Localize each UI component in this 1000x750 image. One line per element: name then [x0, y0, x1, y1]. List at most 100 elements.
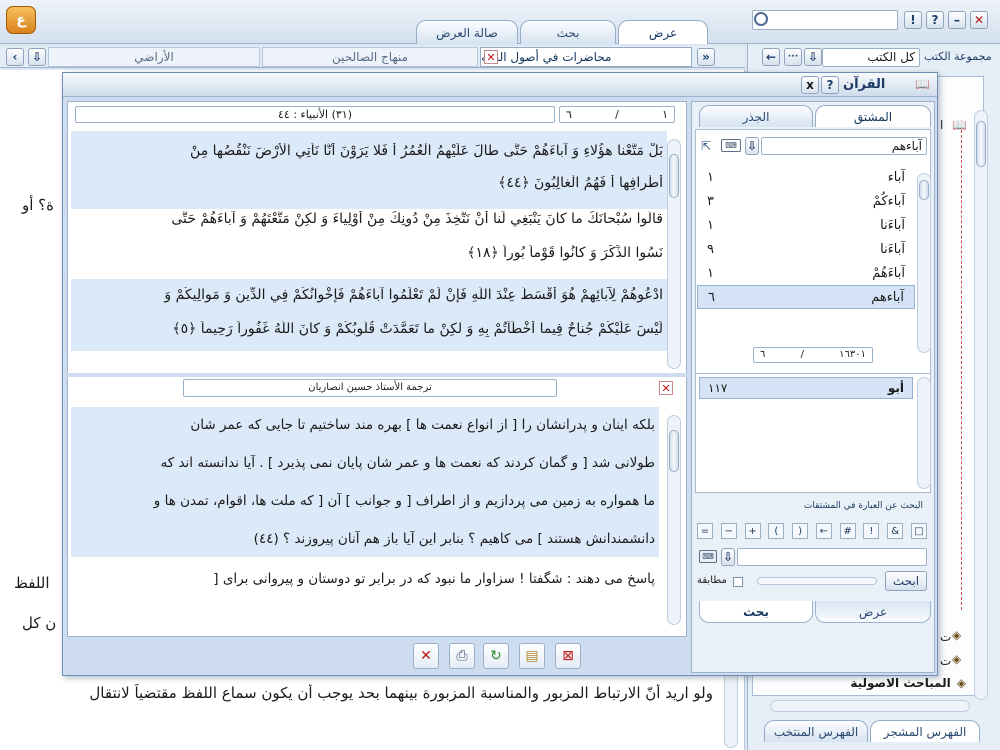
- translation-line[interactable]: پاسخ مى دهند : شگفتا ! سزاوار ما نبود كه…: [75, 571, 655, 587]
- doc-tab-minhaj[interactable]: منهاج الصالحين: [262, 47, 478, 67]
- books-dropdown-button[interactable]: ⇩: [804, 48, 822, 66]
- keyboard-icon[interactable]: ⌨: [721, 139, 741, 152]
- tab-gallery[interactable]: صالة العرض: [416, 20, 518, 44]
- search-icon[interactable]: [754, 12, 768, 26]
- symbol-button[interactable]: #: [839, 523, 856, 539]
- top-search-field[interactable]: [752, 10, 898, 30]
- doc-tabs-scroll-left[interactable]: ‹: [6, 48, 24, 66]
- close-doc-tab-icon[interactable]: ✕: [484, 50, 498, 64]
- surah-info-field[interactable]: (٣١) الأنبياء : ٤٤: [75, 106, 555, 123]
- match-label: مطابقة: [697, 575, 727, 586]
- list-item[interactable]: ١ آباءَنا: [697, 213, 915, 237]
- pane-divider[interactable]: [67, 373, 687, 377]
- alert-button[interactable]: !: [904, 11, 922, 29]
- books-nav-button[interactable]: ←: [762, 48, 780, 66]
- symbol-button[interactable]: □: [910, 523, 927, 539]
- verse-nav-field[interactable]: ٦ / ١: [559, 106, 675, 123]
- tree-fragment: ت: [940, 630, 952, 644]
- quran-help-button[interactable]: ?: [821, 76, 839, 94]
- symbol-button[interactable]: ): [792, 523, 809, 539]
- copy-icon[interactable]: ▤: [519, 643, 545, 669]
- tab-root[interactable]: الجذر: [699, 105, 813, 127]
- quran-verse-line[interactable]: لَيْسَ عَلَيْكُمْ جُناحٌ فِيما أَخْطَأْت…: [75, 321, 663, 337]
- translation-line[interactable]: ما همواره به زمين مى پردازيم و از اطراف …: [75, 493, 655, 509]
- doc-tabs-scroll-right[interactable]: »: [697, 48, 715, 66]
- tree-item-usuliyya[interactable]: ◈ المباحث الاصولية: [850, 676, 966, 690]
- doc-tabs-menu[interactable]: ⇩: [28, 48, 46, 66]
- background-text-fragment: ن كل: [22, 614, 57, 632]
- derivative-search-input[interactable]: آباءهم: [761, 137, 927, 155]
- symbol-button[interactable]: ←: [815, 523, 832, 539]
- symbol-button[interactable]: &: [887, 523, 904, 539]
- phrase-dropdown-button[interactable]: ⇩: [721, 548, 735, 566]
- books-more-button[interactable]: ···: [784, 48, 802, 66]
- quran-verse-line[interactable]: بَلْ مَتَّعْنا هؤُلاءِ وَ آباءَهُمْ حَتَ…: [75, 143, 663, 159]
- symbol-button[interactable]: +: [744, 523, 761, 539]
- doc-tab-muhadarat[interactable]: محاضرات في أصول الفقه: [480, 47, 692, 67]
- background-text-fragment: ة؟ أو: [22, 196, 54, 214]
- symbol-button[interactable]: −: [720, 523, 737, 539]
- doc-tab-aradi[interactable]: الأراضي: [48, 47, 260, 67]
- export-icon[interactable]: ⇱: [701, 139, 711, 153]
- side-bottom-tab-view[interactable]: عرض: [815, 601, 931, 623]
- translation-title-field[interactable]: ترجمة الأستاذ حسين انصاريان: [183, 379, 557, 397]
- books-select[interactable]: كل الكتب: [822, 48, 920, 67]
- tab-derivatives[interactable]: المشتق: [815, 105, 931, 127]
- list-item[interactable]: ١ آباءَهُمْ: [697, 261, 915, 285]
- list-item-selected[interactable]: ٦ آباءهم: [697, 285, 915, 309]
- remove-icon[interactable]: ⊠: [555, 643, 581, 669]
- quran-window-title: القرآن: [843, 77, 886, 92]
- refresh-icon[interactable]: ↻: [483, 643, 509, 669]
- tree-node-icon: ◈: [956, 676, 966, 690]
- quran-verse-line[interactable]: نَسُوا الذِّكْرَ وَ كانُوا قَوْماً بُورا…: [75, 245, 663, 261]
- root-scrollbar[interactable]: [917, 377, 931, 489]
- symbol-button[interactable]: =: [697, 523, 713, 539]
- translation-line[interactable]: طولانى شد [ و گمان كردند كه نعمت ها و عم…: [75, 455, 656, 471]
- symbol-button[interactable]: !: [863, 523, 880, 539]
- close-button[interactable]: ✕: [970, 11, 988, 29]
- translation-line[interactable]: دانشمندانش هستند ] مى كاهيم ؟ بنابر اين …: [75, 531, 655, 547]
- translation-scrollbar[interactable]: [667, 415, 681, 625]
- translation-scroll-thumb[interactable]: [669, 430, 679, 472]
- quran-text-scrollbar[interactable]: [667, 139, 681, 369]
- tree-fragment: ا: [940, 118, 944, 132]
- books-group-label: مجموعة الكتب: [924, 50, 992, 63]
- phrase-search-input[interactable]: [737, 548, 927, 566]
- tab-selected-index[interactable]: الفهرس المنتخب: [764, 720, 868, 742]
- phrase-search-button[interactable]: ابحث: [885, 571, 927, 591]
- symbol-button[interactable]: (: [768, 523, 785, 539]
- root-result-row[interactable]: ١١٧ أبو: [699, 377, 913, 399]
- app-logo: ع: [6, 6, 36, 34]
- tree-hscroll[interactable]: [770, 700, 970, 712]
- quran-verse-line[interactable]: قالُوا سُبْحانَكَ ما كانَ يَنْبَغِي لَنا…: [75, 211, 663, 227]
- symbols-row: = − + ( ) ← # ! & □: [697, 523, 927, 541]
- tab-tree-index[interactable]: الفهرس المشجر: [870, 720, 980, 742]
- quran-verse-line[interactable]: ادْعُوهُمْ لِآبائِهِمْ هُوَ أَقْسَطُ عِن…: [75, 287, 663, 303]
- minimize-button[interactable]: –: [948, 11, 966, 29]
- search-dropdown-button[interactable]: ⇩: [745, 137, 759, 155]
- derivatives-scrollbar[interactable]: [917, 173, 931, 353]
- quran-verse-line[interactable]: أَطْرافِها أَ فَهُمُ الْغالِبُونَ ﴿٤٤﴾: [75, 175, 663, 191]
- tab-view[interactable]: عرض: [618, 20, 708, 44]
- cancel-action-icon[interactable]: ✕: [413, 643, 439, 669]
- list-item[interactable]: ٩ آباءَنا: [697, 237, 915, 261]
- match-checkbox[interactable]: [733, 577, 743, 587]
- print-icon[interactable]: ⎙: [449, 643, 475, 669]
- help-button[interactable]: ?: [926, 11, 944, 29]
- verse-separator: /: [615, 108, 619, 121]
- tree-scroll-thumb[interactable]: [976, 121, 986, 167]
- side-bottom-tab-search[interactable]: بحث: [699, 601, 813, 623]
- tree-dashed-line: [956, 120, 962, 610]
- close-translation-icon[interactable]: ✕: [659, 381, 673, 395]
- derivatives-scroll-thumb[interactable]: [919, 180, 929, 200]
- keyboard-icon[interactable]: ⌨: [699, 550, 717, 563]
- list-item[interactable]: ١ آباء: [697, 165, 915, 189]
- tab-search[interactable]: بحث: [520, 20, 616, 44]
- background-text-fragment: اللفظ: [14, 574, 50, 592]
- quran-scroll-thumb[interactable]: [669, 154, 679, 198]
- list-item[interactable]: ٣ آباءكُمْ: [697, 189, 915, 213]
- quran-close-button[interactable]: x: [801, 76, 819, 94]
- count-separator: /: [800, 349, 804, 360]
- tree-scrollbar[interactable]: [974, 110, 988, 700]
- translation-line[interactable]: بلكه اينان و پدرانشان را [ از انواع نعمت…: [75, 417, 655, 433]
